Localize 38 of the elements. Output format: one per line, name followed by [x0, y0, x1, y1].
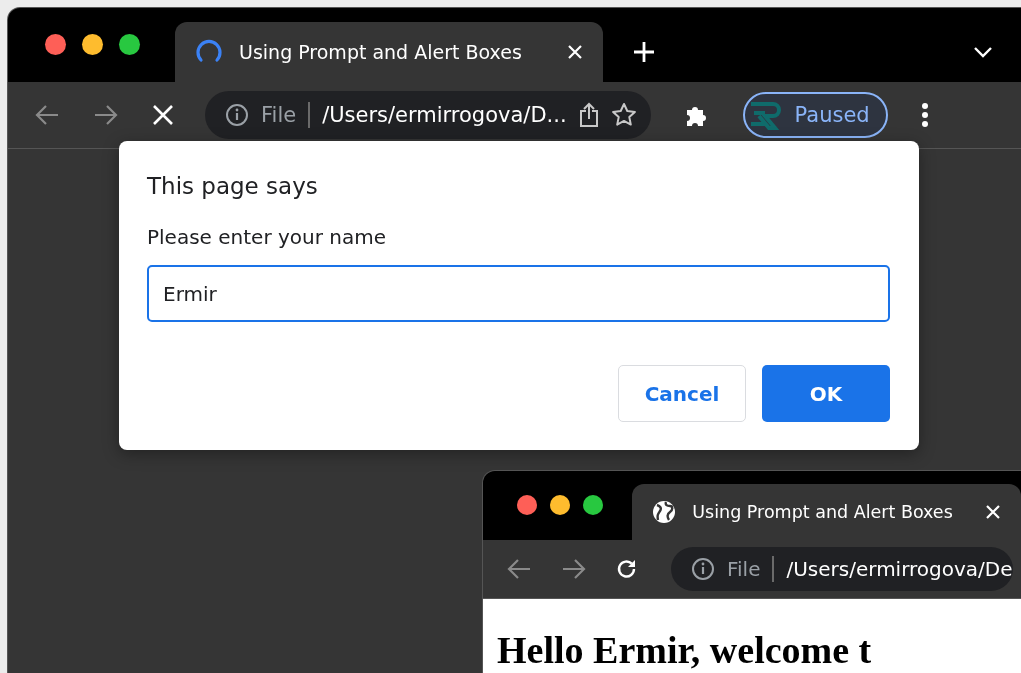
chevron-down-icon[interactable]: [974, 46, 992, 58]
address-scheme: File: [727, 556, 775, 582]
minimize-window-button[interactable]: [550, 494, 570, 515]
close-window-button[interactable]: [517, 494, 537, 515]
browser-tab[interactable]: Using Prompt and Alert Boxes: [632, 484, 1021, 540]
address-bar[interactable]: File /Users/ermirrogova/D...: [205, 91, 651, 139]
close-tab-icon[interactable]: [985, 504, 1001, 520]
minimize-window-button[interactable]: [82, 33, 103, 55]
name-input-field[interactable]: Ermir: [147, 265, 890, 322]
page-heading: Hello Ermir, welcome t: [497, 631, 873, 669]
zoom-window-button[interactable]: [119, 33, 140, 55]
close-tab-icon[interactable]: [567, 44, 583, 60]
profile-button[interactable]: Paused: [742, 92, 888, 138]
close-window-button[interactable]: [45, 33, 66, 55]
profile-logo-icon: [748, 100, 783, 130]
info-icon[interactable]: [691, 557, 715, 581]
ok-button[interactable]: OK: [762, 365, 890, 422]
dialog-message: Please enter your name: [147, 225, 387, 249]
globe-icon: [652, 500, 677, 524]
browser-tab[interactable]: Using Prompt and Alert Boxes: [175, 22, 603, 82]
address-url: /Users/ermirrogova/D...: [322, 103, 567, 127]
stop-icon[interactable]: [152, 104, 174, 126]
more-menu-icon[interactable]: [920, 102, 929, 128]
cancel-button[interactable]: Cancel: [618, 365, 746, 422]
address-scheme: File: [261, 102, 311, 128]
forward-arrow-icon[interactable]: [561, 558, 587, 580]
back-arrow-icon[interactable]: [34, 104, 60, 126]
back-arrow-icon[interactable]: [506, 558, 532, 580]
share-icon[interactable]: [578, 102, 599, 128]
forward-arrow-icon[interactable]: [93, 104, 119, 126]
star-icon[interactable]: [610, 102, 637, 128]
new-tab-icon[interactable]: [633, 41, 655, 63]
reload-icon[interactable]: [616, 558, 638, 580]
zoom-window-button[interactable]: [583, 494, 603, 515]
address-url: /Users/ermirrogova/De: [786, 557, 1013, 581]
dialog-title: This page says: [147, 173, 319, 199]
info-icon[interactable]: [225, 103, 249, 127]
address-bar[interactable]: File /Users/ermirrogova/De: [671, 547, 1013, 591]
